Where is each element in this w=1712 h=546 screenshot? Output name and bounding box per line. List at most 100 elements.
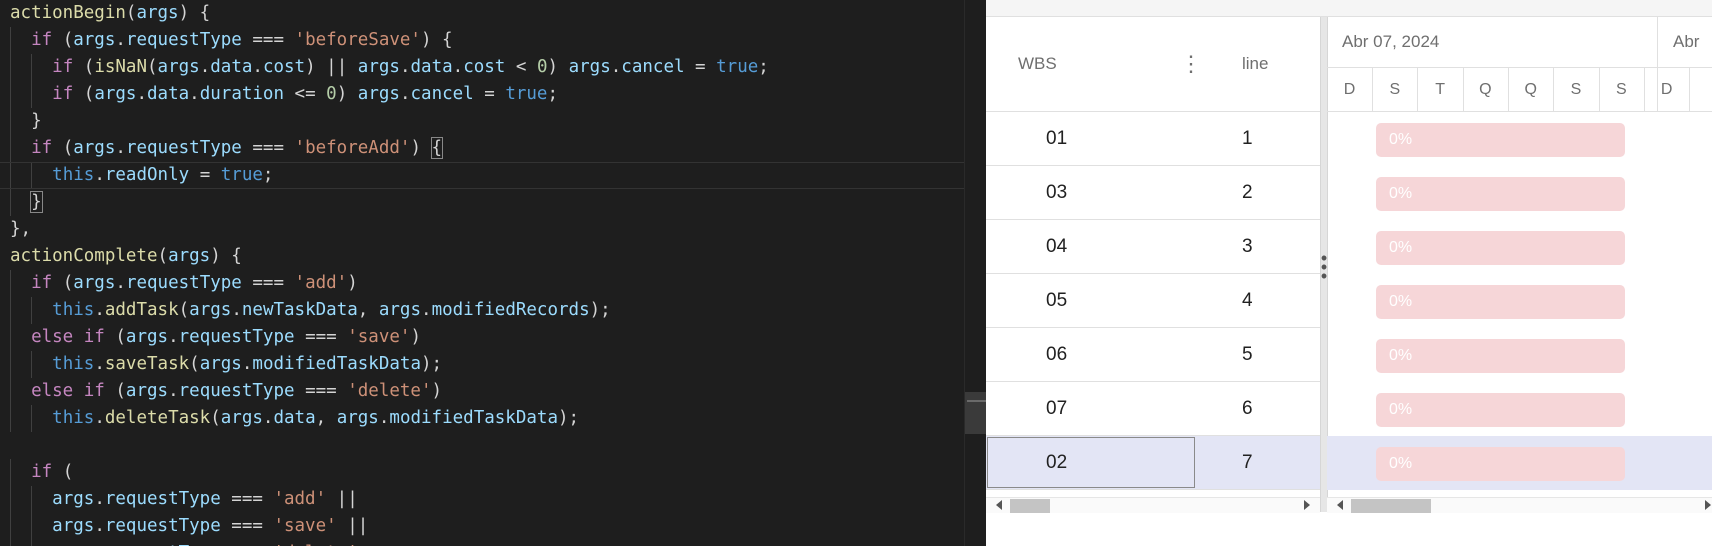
code-token: ); — [420, 354, 443, 374]
code-editor[interactable]: actionBegin(args) { if (args.requestType… — [0, 0, 986, 546]
cell-wbs[interactable]: 04 — [1046, 220, 1067, 273]
gantt-chart: WBS ⋮ line 01 1 03 2 04 3 05 4 06 5 07 6 02 7 • • • Abr… — [986, 0, 1712, 546]
grid-horizontal-scrollbar[interactable] — [986, 497, 1320, 518]
cell-line[interactable]: 4 — [1242, 274, 1253, 327]
code-line[interactable]: this.saveTask(args.modifiedTaskData); — [10, 351, 986, 378]
table-row[interactable]: 05 4 — [986, 274, 1320, 328]
column-header-line[interactable]: line — [1242, 17, 1268, 111]
table-row[interactable]: 06 5 — [986, 328, 1320, 382]
code-token: args — [73, 138, 116, 158]
code-line[interactable]: else if (args.requestType === 'delete') — [10, 378, 986, 405]
scroll-right-arrow-icon[interactable] — [1304, 500, 1310, 510]
editor-scrollbar-thumb[interactable] — [965, 392, 986, 434]
code-token: args — [73, 30, 116, 50]
task-bar[interactable]: 0% — [1376, 285, 1625, 319]
cell-line[interactable]: 5 — [1242, 328, 1253, 381]
indent-guide — [10, 351, 11, 378]
cell-line[interactable]: 1 — [1242, 112, 1253, 165]
code-token: args — [189, 300, 232, 320]
code-line[interactable]: if (isNaN(args.data.cost) || args.data.c… — [10, 54, 986, 81]
scroll-left-arrow-icon[interactable] — [996, 500, 1002, 510]
indent-guide — [10, 459, 11, 486]
code-line[interactable] — [10, 432, 986, 459]
task-bar[interactable]: 0% — [1376, 177, 1625, 211]
gantt-toolbar-strip — [986, 0, 1712, 17]
indent-guide — [31, 54, 33, 81]
code-lines[interactable]: actionBegin(args) { if (args.requestType… — [0, 0, 986, 546]
code-line[interactable]: if (args.requestType === 'beforeSave') { — [10, 27, 986, 54]
code-token: ) || — [305, 57, 358, 77]
code-line[interactable]: args.requestType === 'add' || — [10, 486, 986, 513]
task-bar[interactable]: 0% — [1376, 447, 1625, 481]
code-token: requestType — [104, 489, 221, 509]
cell-wbs[interactable]: 06 — [1046, 328, 1067, 381]
timeline-day: Q — [1463, 68, 1509, 111]
table-row[interactable]: 07 6 — [986, 382, 1320, 436]
code-line[interactable]: if ( — [10, 459, 986, 486]
cell-line[interactable]: 3 — [1242, 220, 1253, 273]
code-token: data — [210, 57, 253, 77]
code-token: ) — [410, 138, 432, 158]
indent-guide — [10, 27, 11, 54]
task-bar[interactable]: 0% — [1376, 393, 1625, 427]
code-token: } — [31, 111, 42, 131]
scroll-left-arrow-icon[interactable] — [1337, 500, 1343, 510]
table-row[interactable]: 02 7 — [986, 436, 1320, 490]
scroll-right-arrow-icon[interactable] — [1705, 500, 1711, 510]
code-line[interactable]: actionComplete(args) { — [10, 243, 986, 270]
indent-guide — [10, 108, 11, 135]
cell-wbs[interactable]: 07 — [1046, 382, 1067, 435]
chart-horizontal-scrollbar[interactable] — [1327, 497, 1712, 518]
code-token: cost — [262, 57, 306, 77]
table-row[interactable]: 04 3 — [986, 220, 1320, 274]
code-token: 'add' — [273, 489, 327, 509]
code-token: . — [168, 381, 179, 401]
code-line[interactable]: else if (args.requestType === 'save') — [10, 324, 986, 351]
cell-wbs[interactable]: 05 — [1046, 274, 1067, 327]
table-row[interactable]: 01 1 — [986, 112, 1320, 166]
code-token: <= — [284, 84, 327, 104]
code-line[interactable]: if (args.data.duration <= 0) args.cancel… — [10, 81, 986, 108]
code-token: ( — [52, 273, 74, 293]
code-token: ) — [547, 57, 569, 77]
code-token: . — [262, 408, 274, 428]
code-line[interactable]: } — [10, 108, 986, 135]
code-line[interactable]: if (args.requestType === 'add') — [10, 270, 986, 297]
task-bar[interactable]: 0% — [1376, 123, 1625, 157]
timeline-week-label-next: Abr — [1673, 32, 1700, 51]
cell-wbs[interactable]: 01 — [1046, 112, 1067, 165]
code-line[interactable]: if (args.requestType === 'beforeAdd') { — [10, 135, 986, 162]
code-token: } — [30, 191, 43, 213]
code-line[interactable]: } — [10, 189, 986, 216]
cell-line[interactable]: 7 — [1242, 436, 1253, 489]
code-line[interactable]: args.requestType === 'delete' — [10, 540, 986, 546]
code-token: args — [357, 84, 400, 104]
cell-line[interactable]: 6 — [1242, 382, 1253, 435]
code-line[interactable]: this.addTask(args.newTaskData, args.modi… — [10, 297, 986, 324]
editor-scrollbar[interactable] — [964, 0, 986, 546]
code-token: args — [125, 327, 169, 347]
code-line[interactable]: actionBegin(args) { — [10, 0, 986, 27]
indent-guide — [10, 81, 11, 108]
cell-wbs[interactable]: 02 — [1046, 436, 1067, 489]
cell-wbs[interactable]: 03 — [1046, 166, 1067, 219]
code-token: . — [199, 57, 211, 77]
code-line[interactable]: this.deleteTask(args.data, args.modified… — [10, 405, 986, 432]
code-token: . — [378, 408, 390, 428]
column-header-wbs[interactable]: WBS — [1018, 17, 1057, 111]
code-line[interactable]: args.requestType === 'save' || — [10, 513, 986, 540]
vertical-ellipsis-icon[interactable]: ⋮ — [1180, 17, 1202, 111]
task-bar[interactable]: 0% — [1376, 231, 1625, 265]
code-token: || — [336, 516, 369, 536]
code-line[interactable]: this.readOnly = true; — [0, 162, 986, 189]
cell-line[interactable]: 2 — [1242, 166, 1253, 219]
code-token: requestType — [125, 30, 242, 50]
task-bar[interactable]: 0% — [1376, 339, 1625, 373]
code-token: = — [684, 57, 717, 77]
code-line[interactable]: }, — [10, 216, 986, 243]
code-token: args — [73, 273, 116, 293]
table-row[interactable]: 03 2 — [986, 166, 1320, 220]
code-token: ( — [189, 354, 200, 374]
timeline-day: Q — [1508, 68, 1555, 111]
